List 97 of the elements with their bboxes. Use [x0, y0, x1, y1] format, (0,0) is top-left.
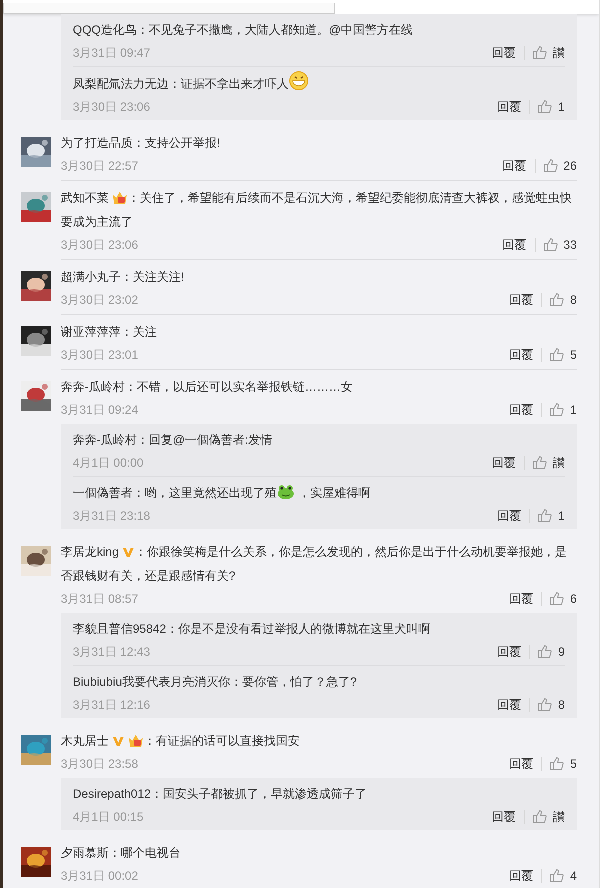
- reply-button[interactable]: 回覆: [497, 98, 530, 116]
- comment-time: 4月1日 00:00: [73, 454, 145, 472]
- reply-button[interactable]: 回覆: [492, 454, 524, 472]
- comment-time: 3月31日 00:02: [61, 868, 140, 884]
- like-button[interactable]: 1: [538, 100, 565, 114]
- thumbs-up-icon: [533, 456, 547, 470]
- comment-text: QQQ造化鸟：不见兔子不撒鹰，大陆人都知道。@中国警方在线: [73, 22, 414, 39]
- user-name[interactable]: 凤梨配氚法力无边: [73, 77, 169, 91]
- like-button[interactable]: 33: [544, 238, 577, 252]
- reply-button[interactable]: 回覆: [509, 402, 542, 418]
- reply-button[interactable]: 回覆: [497, 696, 530, 714]
- comment-text: 一個偽善者：哟，这里竟然还出现了殖 ，实屋难得啊: [73, 483, 372, 502]
- comment-time: 3月30日 23:01: [61, 346, 140, 364]
- reply-button[interactable]: 回覆: [509, 346, 542, 364]
- comment-time: 3月31日 09:24: [61, 402, 140, 418]
- thumbs-up-icon: [550, 293, 564, 307]
- comment-time: 3月30日 23:02: [61, 292, 140, 308]
- comment-time: 3月31日 23:18: [73, 508, 152, 524]
- comment-text: 奔奔-瓜岭村：不错，以后还可以实名举报铁链………女: [61, 379, 354, 396]
- like-button[interactable]: 1: [550, 403, 577, 417]
- reply-button[interactable]: 回覆: [492, 44, 524, 62]
- thumbs-up-icon: [550, 403, 564, 417]
- reply-button[interactable]: 回覆: [502, 236, 535, 254]
- thumbs-up-icon: [533, 46, 547, 60]
- comment-time: 3月30日 23:58: [61, 756, 140, 772]
- like-button[interactable]: 4: [550, 869, 577, 883]
- comment-time: 3月31日 12:16: [73, 696, 152, 714]
- user-name[interactable]: 奔奔-瓜岭村: [73, 433, 137, 447]
- comment-text: 奔奔-瓜岭村：回复@一個偽善者:发情: [73, 432, 274, 449]
- comment-text: Biubiubiu我要代表月亮消灭你：要你管，怕了？急了?: [73, 674, 358, 691]
- like-button[interactable]: 5: [550, 757, 577, 771]
- comment-text: 为了打造品质：支持公开举报!: [61, 135, 222, 152]
- comment-text: 超满小丸子：关注关注!: [61, 269, 186, 286]
- user-name[interactable]: QQQ造化鸟: [73, 23, 138, 37]
- thumbs-up-icon: [538, 645, 552, 659]
- comment-text: 李貌且普信95842：你是不是没有看过举报人的微博就在这里犬叫啊: [73, 621, 432, 638]
- user-name[interactable]: 木丸居士: [61, 734, 109, 748]
- like-button[interactable]: 9: [538, 645, 565, 659]
- scrollbar[interactable]: [599, 0, 607, 888]
- user-name[interactable]: 李居龙king: [61, 545, 120, 559]
- like-button[interactable]: 5: [550, 348, 577, 362]
- comment-time: 3月31日 09:47: [73, 44, 152, 62]
- v-badge-icon: [122, 546, 136, 559]
- like-button[interactable]: 8: [538, 698, 565, 712]
- crown-badge-icon: [112, 191, 128, 205]
- reply-button[interactable]: 回覆: [502, 158, 535, 174]
- comment-time: 4月1日 00:15: [73, 808, 145, 826]
- comment-time: 3月30日 23:06: [61, 236, 140, 254]
- thumbs-up-icon: [538, 100, 552, 114]
- thumbs-up-icon: [533, 810, 547, 824]
- reply-button[interactable]: 回覆: [497, 644, 530, 660]
- like-button[interactable]: 讃: [533, 808, 565, 826]
- like-button[interactable]: 6: [550, 592, 577, 606]
- thumbs-up-icon: [550, 348, 564, 362]
- reply-button[interactable]: 回覆: [509, 868, 542, 884]
- comment-text: 木丸居士 ：有证据的话可以直接找国安: [61, 733, 301, 750]
- thumbs-up-icon: [544, 238, 558, 252]
- thumbs-up-icon: [550, 869, 564, 883]
- thumbs-up-icon: [538, 698, 552, 712]
- thumbs-up-icon: [550, 757, 564, 771]
- user-name[interactable]: Desirepath012: [73, 787, 152, 801]
- comment-text: Desirepath012：国安头子都被抓了，早就渗透成筛子了: [73, 786, 368, 803]
- thumbs-up-icon: [544, 159, 558, 173]
- comment-time: 3月30日 23:06: [73, 98, 152, 116]
- like-button[interactable]: 8: [550, 293, 577, 307]
- user-name[interactable]: Biubiubiu我要代表月亮消灭你: [73, 675, 230, 689]
- user-name[interactable]: 夕雨慕斯: [61, 846, 109, 860]
- user-name[interactable]: 武知不菜: [61, 191, 109, 205]
- comment-time: 3月31日 12:43: [73, 644, 152, 660]
- comment-text: 李居龙king ：你跟徐笑梅是什么关系，你是怎么发现的，然后你是出于什么动机要举报她，是否跟钱财有关，还是跟感情有关?: [61, 544, 568, 585]
- comment-text: 夕雨慕斯：哪个电视台: [61, 845, 182, 862]
- like-button[interactable]: 讃: [533, 454, 565, 472]
- user-name[interactable]: 为了打造品质: [61, 136, 133, 150]
- reply-button[interactable]: 回覆: [509, 292, 542, 308]
- like-button[interactable]: 讃: [533, 44, 565, 62]
- user-name[interactable]: 奔奔-瓜岭村: [61, 380, 125, 394]
- comment-text: 武知不菜 ：关住了，希望能有后续而不是石沉大海，希望纪委能彻底清查大裤衩，感觉蛀虫快要成为主流了: [61, 190, 573, 231]
- grinning-emoji-icon: [289, 71, 309, 91]
- frog-emoji-icon: [277, 484, 295, 500]
- v-badge-icon: [112, 735, 125, 748]
- user-name[interactable]: 李貌且普信95842: [73, 622, 166, 636]
- reply-button[interactable]: 回覆: [509, 590, 542, 608]
- reply-button[interactable]: 回覆: [497, 508, 530, 524]
- comment-time: 3月30日 22:57: [61, 158, 140, 174]
- user-name[interactable]: 谢亚萍萍萍: [61, 325, 121, 339]
- like-button[interactable]: 26: [544, 159, 577, 173]
- user-name[interactable]: 超满小丸子: [61, 270, 121, 284]
- crown-badge-icon: [128, 734, 144, 748]
- user-name[interactable]: 一個偽善者: [73, 486, 133, 500]
- comment-time: 3月31日 08:57: [61, 590, 140, 608]
- comment-text: 凤梨配氚法力无边：证据不拿出来才吓人: [73, 71, 565, 96]
- reply-button[interactable]: 回覆: [509, 756, 542, 772]
- like-button[interactable]: 1: [538, 509, 565, 523]
- reply-button[interactable]: 回覆: [492, 808, 524, 826]
- thumbs-up-icon: [538, 509, 552, 523]
- thumbs-up-icon: [550, 592, 564, 606]
- comment-text: 谢亚萍萍萍：关注: [61, 324, 158, 341]
